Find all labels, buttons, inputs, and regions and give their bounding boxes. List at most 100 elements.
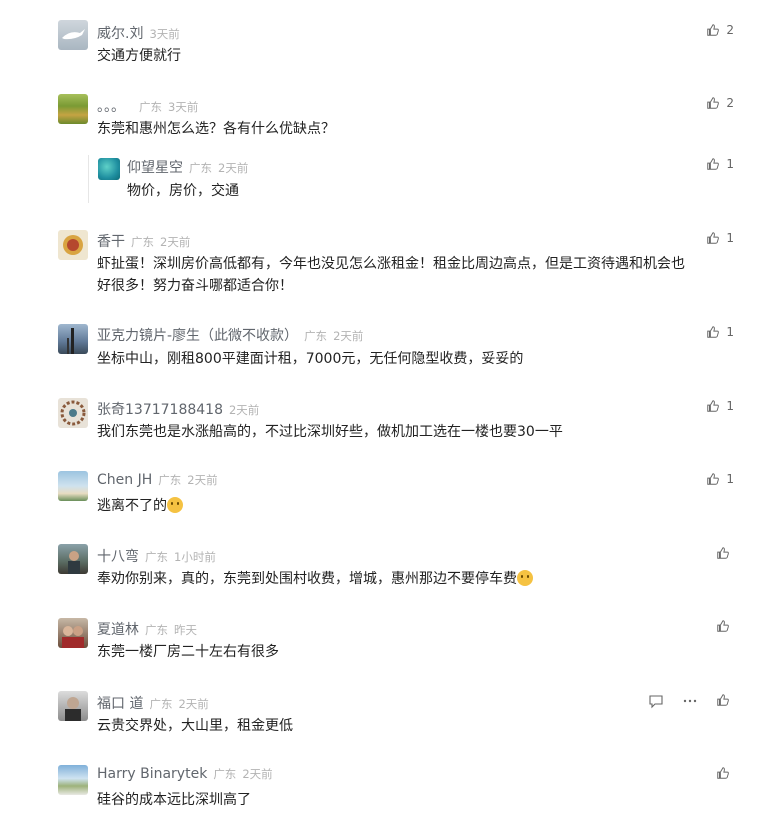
user-name[interactable]: 张奇13717188418 2天前 bbox=[97, 399, 259, 419]
user-name[interactable]: 夏道林 广东 昨天 bbox=[97, 619, 197, 639]
time-text: 3天前 bbox=[168, 100, 199, 114]
time-text: 2天前 bbox=[218, 161, 249, 175]
location-text: 广东 bbox=[139, 100, 162, 114]
comment-text: 物价，房价，交通 bbox=[127, 183, 239, 199]
like-button[interactable] bbox=[716, 766, 730, 780]
thumbs-up-icon bbox=[707, 158, 720, 170]
time-text: 2天前 bbox=[333, 329, 364, 343]
time-text: 昨天 bbox=[174, 623, 197, 637]
user-name-text[interactable]: 张奇13717188418 bbox=[97, 402, 223, 418]
like-count: 2 bbox=[726, 23, 734, 37]
location-text: 广东 bbox=[304, 329, 328, 343]
avatar[interactable] bbox=[58, 94, 88, 124]
like-button[interactable]: 2 bbox=[706, 23, 734, 37]
user-name[interactable]: 福口 道广东 2天前 bbox=[97, 693, 209, 713]
location-text: 广东 bbox=[145, 623, 168, 637]
comment-text-content: 逃离不了的 bbox=[97, 498, 167, 514]
like-count: 2 bbox=[726, 96, 734, 110]
avatar[interactable] bbox=[58, 324, 88, 354]
time-text: 2天前 bbox=[242, 767, 273, 781]
like-button[interactable]: 2 bbox=[706, 96, 734, 110]
comment-text-line: 好很多！努力奋斗哪都适合你！ bbox=[97, 278, 293, 294]
avatar[interactable] bbox=[58, 618, 88, 648]
avatar[interactable] bbox=[58, 471, 88, 501]
user-name-text[interactable]: 威尔.刘 bbox=[97, 26, 143, 42]
thumbs-up-icon bbox=[707, 400, 720, 412]
thumbs-up-icon bbox=[707, 24, 720, 36]
thumbs-up-icon bbox=[717, 620, 729, 632]
like-button[interactable]: 1 bbox=[706, 325, 734, 339]
like-button[interactable]: 1 bbox=[706, 472, 734, 486]
thumbs-up-icon bbox=[717, 694, 729, 706]
thinking-emoji-icon bbox=[517, 570, 533, 586]
comment-icon[interactable] bbox=[648, 693, 664, 709]
user-name-text[interactable]: 亚克力镜片-廖生（此微不收款） bbox=[97, 328, 298, 344]
user-name-text[interactable]: 仰望星空 bbox=[127, 160, 183, 176]
like-button[interactable] bbox=[716, 619, 730, 633]
user-name[interactable]: Chen JH 广东 2天前 bbox=[97, 472, 218, 488]
like-count: 1 bbox=[726, 231, 734, 245]
time-text: 2天前 bbox=[160, 235, 191, 249]
reply-indent-line bbox=[88, 155, 89, 203]
location-text: 广东 bbox=[158, 473, 182, 487]
comment-text-line: 虾扯蛋！深圳房价高低都有，今年也没见怎么涨租金！租金比周边高点，但是工资待遇和机… bbox=[97, 256, 685, 272]
location-text: 广东 bbox=[145, 550, 168, 564]
user-name-text[interactable]: 福口 道 bbox=[97, 696, 143, 712]
user-name-text[interactable]: 香干 bbox=[97, 234, 125, 250]
like-count: 1 bbox=[726, 325, 734, 339]
more-icon[interactable] bbox=[682, 693, 698, 709]
crying-emoji-icon bbox=[167, 497, 183, 513]
like-button[interactable]: 1 bbox=[706, 157, 734, 171]
like-count: 1 bbox=[726, 157, 734, 171]
thumbs-up-icon bbox=[717, 547, 729, 559]
location-text: 广东 bbox=[149, 697, 173, 711]
time-text: 2天前 bbox=[228, 403, 260, 417]
avatar[interactable] bbox=[58, 765, 88, 795]
thumbs-up-icon bbox=[707, 326, 720, 338]
comment-text: 我们东莞也是水涨船高的，不过比深圳好些，做机加工选在一楼也要30一平 bbox=[97, 424, 563, 440]
user-name-text[interactable]: Chen JH bbox=[97, 472, 152, 488]
like-count: 1 bbox=[726, 472, 734, 486]
time-text: 2天前 bbox=[178, 697, 209, 711]
user-name[interactable]: 十八弯 广东 1小时前 bbox=[97, 546, 216, 566]
thumbs-up-icon bbox=[717, 767, 729, 779]
user-name[interactable]: 香干 广东 2天前 bbox=[97, 231, 190, 251]
time-text: 1小时前 bbox=[174, 550, 216, 564]
location-text: 广东 bbox=[131, 235, 154, 249]
location-text: 广东 bbox=[213, 767, 237, 781]
comment-text: 交通方便就行 bbox=[97, 48, 181, 64]
avatar[interactable] bbox=[58, 691, 88, 721]
time-text: 3天前 bbox=[149, 27, 180, 41]
comment-text: 云贵交界处，大山里，租金更低 bbox=[97, 718, 293, 734]
location-text: 广东 bbox=[189, 161, 212, 175]
user-name[interactable]: 仰望星空 广东 2天前 bbox=[127, 157, 248, 177]
comment-text: 坐标中山，刚租800平建面计租，7000元，无任何隐型收费，妥妥的 bbox=[97, 351, 524, 367]
avatar[interactable] bbox=[58, 230, 88, 260]
avatar[interactable] bbox=[98, 158, 120, 180]
avatar[interactable] bbox=[58, 544, 88, 574]
user-name-text[interactable]: 。。。 bbox=[97, 99, 125, 115]
user-name[interactable]: 威尔.刘 3天前 bbox=[97, 23, 180, 43]
user-name-text[interactable]: 十八弯 bbox=[97, 549, 139, 565]
user-name[interactable]: 。。。 广东 3天前 bbox=[97, 96, 198, 116]
avatar[interactable] bbox=[58, 398, 88, 428]
like-button[interactable]: 1 bbox=[706, 399, 734, 413]
like-count: 1 bbox=[726, 399, 734, 413]
avatar[interactable] bbox=[58, 20, 88, 50]
time-text: 2天前 bbox=[187, 473, 218, 487]
user-name[interactable]: Harry Binarytek 广东 2天前 bbox=[97, 766, 273, 782]
user-name-text[interactable]: 夏道林 bbox=[97, 622, 139, 638]
thumbs-up-icon bbox=[707, 97, 720, 109]
thumbs-up-icon bbox=[707, 232, 720, 244]
comment-text: 硅谷的成本远比深圳高了 bbox=[97, 792, 251, 808]
user-name[interactable]: 亚克力镜片-廖生（此微不收款） 广东 2天前 bbox=[97, 325, 363, 345]
comment-text-content: 奉劝你别来，真的，东莞到处围村收费，增城，惠州那边不要停车费 bbox=[97, 571, 517, 587]
comment-text: 东莞一楼厂房二十左右有很多 bbox=[97, 644, 279, 660]
like-button[interactable] bbox=[716, 546, 730, 560]
comment-text: 逃离不了的 bbox=[97, 495, 183, 517]
like-button[interactable]: 1 bbox=[706, 231, 734, 245]
like-button[interactable] bbox=[716, 693, 730, 707]
thumbs-up-icon bbox=[707, 473, 720, 485]
comment-text: 奉劝你别来，真的，东莞到处围村收费，增城，惠州那边不要停车费 bbox=[97, 568, 533, 590]
user-name-text[interactable]: Harry Binarytek bbox=[97, 766, 207, 782]
